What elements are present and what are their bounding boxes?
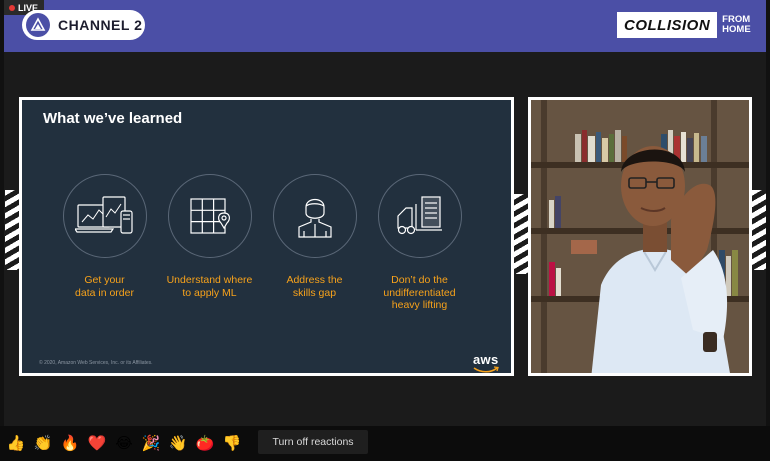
thumbs-up-reaction-icon[interactable]: 👍: [5, 432, 27, 454]
pillar-label: Address the skills gap: [286, 274, 343, 299]
slide-title: What we’ve learned: [43, 110, 183, 127]
speaker-webcam-feed: [528, 97, 752, 376]
waving-hand-reaction-icon[interactable]: 👋: [167, 432, 189, 454]
slide-copyright: © 2020, Amazon Web Services, Inc. or its…: [39, 360, 153, 366]
turn-off-reactions-button[interactable]: Turn off reactions: [258, 430, 368, 454]
heart-reaction-icon[interactable]: ❤️: [86, 432, 108, 454]
aws-smile-icon: [473, 366, 499, 373]
channel-selector[interactable]: CHANNEL 2: [22, 10, 145, 40]
pillar-item: Address the skills gap: [262, 174, 367, 312]
channel-logo-icon: [26, 13, 50, 37]
pillar-item: Get your data in order: [52, 174, 157, 312]
collision-logo-word: COLLISION: [617, 12, 718, 38]
forklift-icon: [377, 174, 462, 258]
channel-name: CHANNEL 2: [58, 17, 143, 33]
person-icon: [272, 174, 357, 258]
pillar-item: Understand where to apply ML: [157, 174, 262, 312]
devices-icon: [62, 174, 147, 258]
laughing-face-reaction-icon[interactable]: 😂: [113, 432, 135, 454]
logo-home: HOME: [722, 24, 751, 35]
left-stripes-decoration: [5, 190, 19, 270]
fire-reaction-icon[interactable]: 🔥: [59, 432, 81, 454]
right-stripes-decoration: [752, 190, 766, 270]
tomato-reaction-icon[interactable]: 🍅: [194, 432, 216, 454]
pillar-label: Get your data in order: [75, 274, 134, 299]
pillar-label: Don’t do the undifferentiated heavy lift…: [383, 274, 456, 311]
webcam-scene-image: [531, 100, 749, 373]
middle-stripes-decoration: [514, 194, 528, 274]
from-home-logo-text: FROM HOME: [717, 12, 751, 38]
pillar-label: Understand where to apply ML: [166, 274, 253, 299]
collision-from-home-logo: COLLISION FROM HOME: [617, 12, 751, 38]
pillar-item: Don’t do the undifferentiated heavy lift…: [367, 174, 472, 312]
pillar-list: Get your data in order Understand where …: [52, 174, 472, 312]
thumbs-down-reaction-icon[interactable]: 👎: [221, 432, 243, 454]
aws-logo: aws: [473, 352, 499, 367]
live-dot-icon: [9, 4, 15, 11]
presentation-slide: What we’ve learned Get your data in orde…: [19, 97, 514, 376]
party-popper-reaction-icon[interactable]: 🎉: [140, 432, 162, 454]
grid-location-icon: [167, 174, 252, 258]
clapping-hands-reaction-icon[interactable]: 👏: [32, 432, 54, 454]
